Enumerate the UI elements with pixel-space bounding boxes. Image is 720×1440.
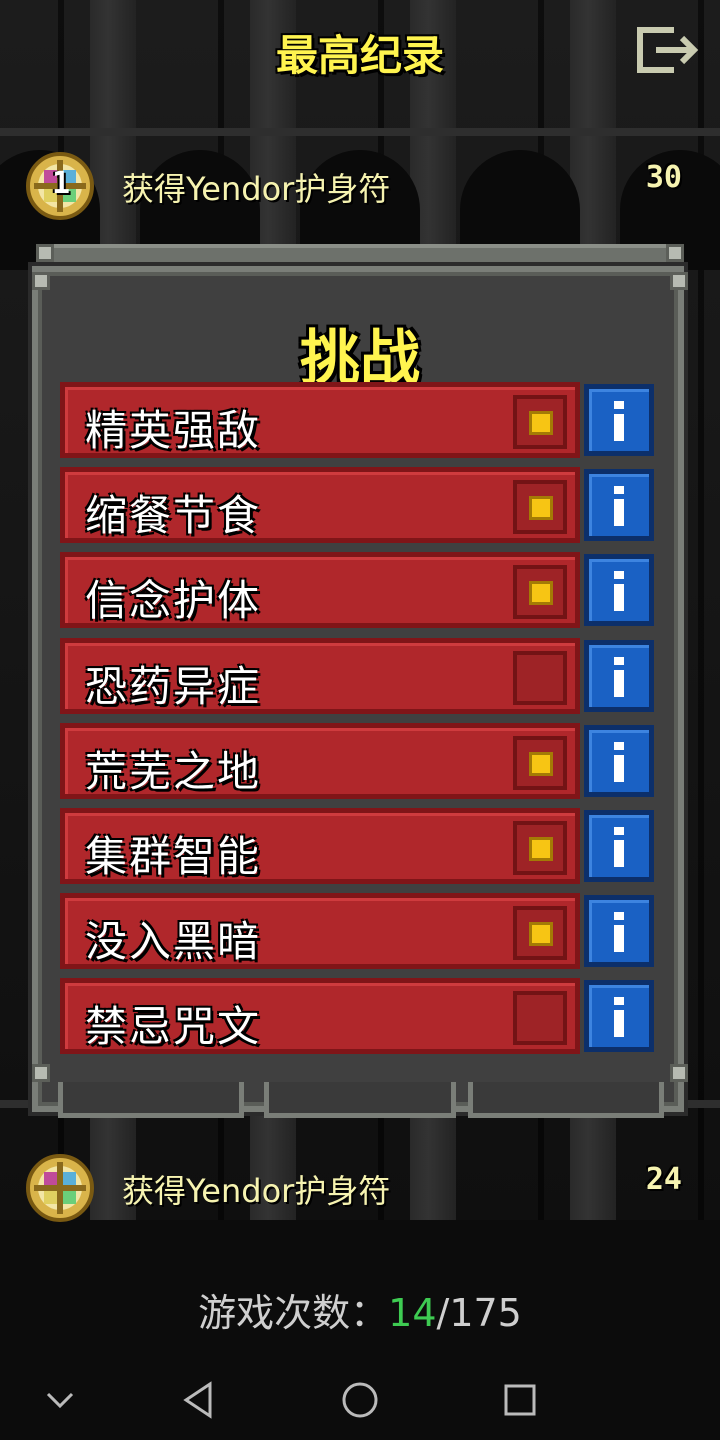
challenge-name: 缩餐节食 — [85, 491, 262, 540]
record-description: 获得Yendor护身符 — [122, 1172, 391, 1210]
challenges-dialog: 挑战 精英强敌 缩餐节食 信念护体 恐药异症 荒芜之地 集群智能 没入黑暗 禁忌咒文 — [28, 244, 692, 1118]
hide-keyboard-button[interactable] — [38, 1378, 82, 1422]
challenge-info-button[interactable] — [584, 895, 654, 967]
checkbox-checked-mark — [529, 411, 553, 435]
challenge-checkbox[interactable] — [513, 565, 567, 619]
checkbox-checked-mark — [529, 752, 553, 776]
rivet — [670, 1064, 688, 1082]
record-depth: 30 — [645, 160, 682, 195]
back-icon — [183, 1381, 212, 1419]
challenge-toggle[interactable]: 没入黑暗 — [60, 893, 580, 969]
challenge-name: 精英强敌 — [85, 406, 262, 455]
challenge-toggle[interactable]: 信念护体 — [60, 552, 580, 628]
challenge-toggle[interactable]: 荒芜之地 — [60, 723, 580, 799]
challenge-toggle[interactable]: 禁忌咒文 — [60, 978, 580, 1054]
challenge-checkbox[interactable] — [513, 991, 567, 1045]
record-row[interactable]: 1 获得Yendor护身符 30 — [0, 142, 720, 222]
back-button[interactable] — [178, 1378, 222, 1422]
games-total-count: 175 — [449, 1291, 522, 1335]
info-icon — [614, 657, 624, 697]
amulet-of-yendor-icon — [26, 1154, 94, 1222]
challenge-checkbox[interactable] — [513, 821, 567, 875]
challenge-info-button[interactable] — [584, 469, 654, 541]
games-separator: / — [436, 1291, 450, 1335]
system-navbar — [0, 1360, 720, 1440]
exit-button[interactable] — [634, 24, 704, 76]
challenge-info-button[interactable] — [584, 384, 654, 456]
record-description: 获得Yendor护身符 — [122, 170, 391, 208]
rank-number: 1 — [52, 166, 71, 201]
rivet — [666, 244, 684, 262]
challenge-info-button[interactable] — [584, 640, 654, 712]
challenge-name: 荒芜之地 — [85, 747, 262, 796]
challenge-info-button[interactable] — [584, 810, 654, 882]
checkbox-checked-mark — [529, 837, 553, 861]
rivet — [36, 244, 54, 262]
challenge-info-button[interactable] — [584, 725, 654, 797]
challenge-toggle[interactable]: 缩餐节食 — [60, 467, 580, 543]
info-icon — [614, 742, 624, 782]
info-icon — [614, 827, 624, 867]
challenge-toggle[interactable]: 精英强敌 — [60, 382, 580, 458]
recents-icon — [504, 1384, 536, 1416]
record-depth: 24 — [645, 1162, 682, 1197]
info-icon — [614, 486, 624, 526]
games-played-counter: 游戏次数：14/175 — [0, 1282, 720, 1337]
challenge-name: 禁忌咒文 — [85, 1002, 262, 1051]
challenge-checkbox[interactable] — [513, 480, 567, 534]
challenge-name: 没入黑暗 — [85, 917, 262, 966]
record-row[interactable]: 获得Yendor护身符 24 — [0, 1144, 720, 1224]
wall-ledge — [0, 128, 720, 136]
info-icon — [614, 571, 624, 611]
chevron-down-icon — [46, 1392, 74, 1409]
challenge-info-button[interactable] — [584, 554, 654, 626]
games-won-count: 14 — [388, 1291, 437, 1335]
challenge-info-button[interactable] — [584, 980, 654, 1052]
rivet — [32, 1064, 50, 1082]
rivet — [32, 272, 50, 290]
games-played-label: 游戏次数： — [198, 1291, 389, 1335]
challenge-toggle[interactable]: 恐药异症 — [60, 638, 580, 714]
challenge-name: 集群智能 — [85, 832, 262, 881]
challenge-checkbox[interactable] — [513, 736, 567, 790]
page-title: 最高纪录 — [275, 31, 444, 80]
info-icon — [614, 912, 624, 952]
checkbox-checked-mark — [529, 922, 553, 946]
info-icon — [614, 401, 624, 441]
home-button[interactable] — [338, 1378, 382, 1422]
dialog-tab — [468, 1082, 664, 1118]
challenge-checkbox[interactable] — [513, 651, 567, 705]
home-icon — [342, 1382, 378, 1418]
dialog-tab — [264, 1082, 456, 1118]
challenge-checkbox[interactable] — [513, 906, 567, 960]
rivet — [670, 272, 688, 290]
checkbox-checked-mark — [529, 581, 553, 605]
challenge-toggle[interactable]: 集群智能 — [60, 808, 580, 884]
exit-icon — [637, 27, 699, 73]
challenge-checkbox[interactable] — [513, 395, 567, 449]
dialog-tab — [58, 1082, 244, 1118]
checkbox-checked-mark — [529, 496, 553, 520]
info-icon — [614, 997, 624, 1037]
challenge-name: 恐药异症 — [85, 662, 262, 711]
challenge-name: 信念护体 — [85, 576, 262, 625]
recents-button[interactable] — [498, 1378, 542, 1422]
